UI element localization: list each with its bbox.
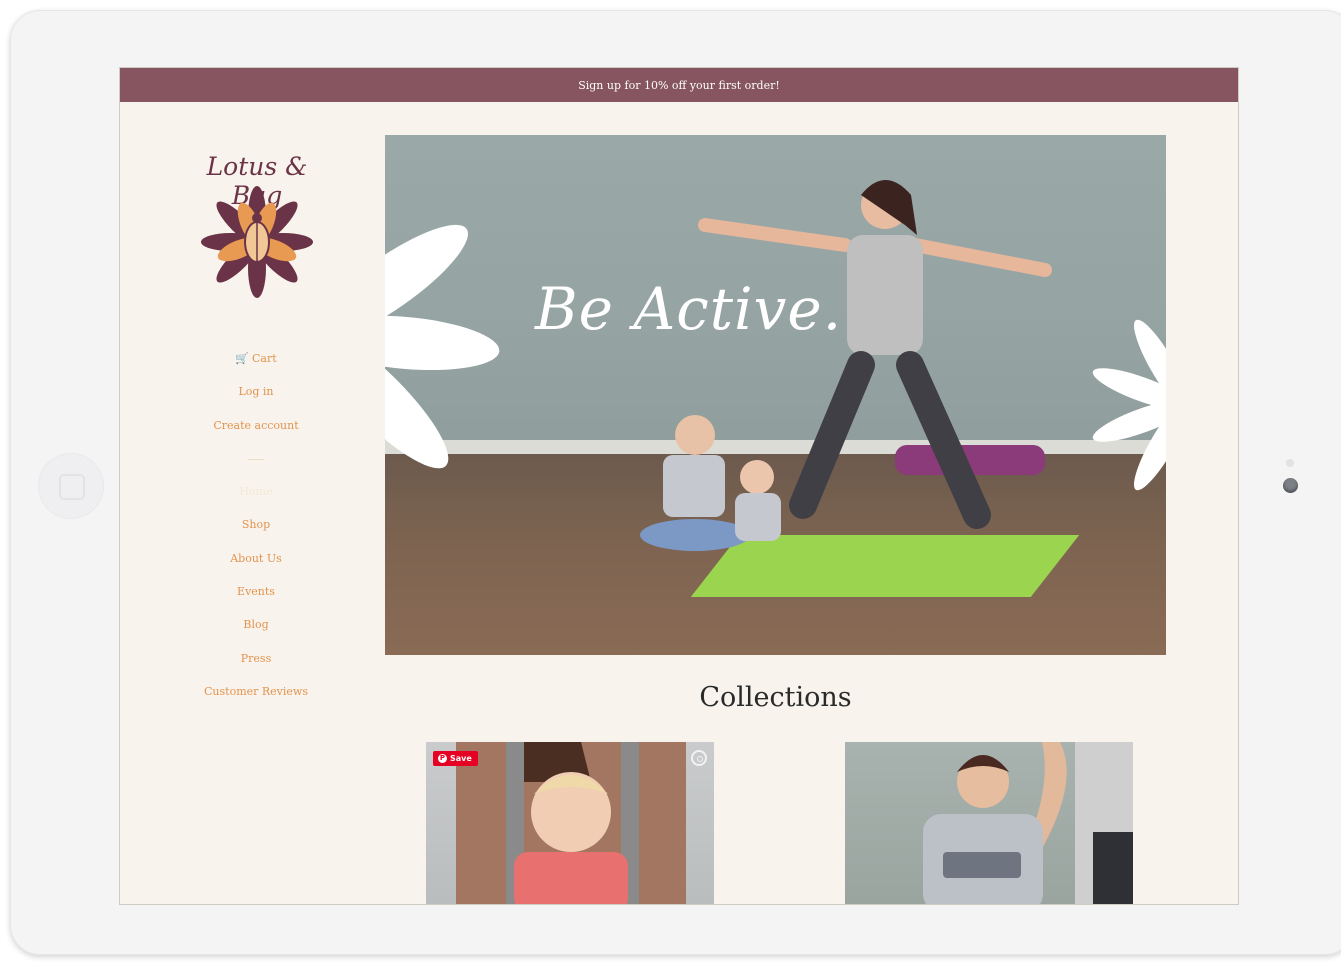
brand-logo[interactable]: Lotus & Bug xyxy=(182,146,332,298)
hero-people-illustration xyxy=(640,180,1052,551)
cart-icon: 🛒 xyxy=(235,352,250,365)
hero-tagline: Be Active. xyxy=(535,275,843,343)
nav-item-press[interactable]: Press xyxy=(156,649,356,682)
nav-item-home[interactable]: Home xyxy=(156,482,356,515)
hero-banner[interactable]: Be Active. xyxy=(385,135,1166,655)
lotus-bug-icon xyxy=(201,186,313,298)
collection-image-1 xyxy=(456,742,686,904)
nav-item-customer-reviews[interactable]: Customer Reviews xyxy=(156,682,356,715)
home-square-icon xyxy=(59,474,85,500)
lotus-left-icon xyxy=(385,224,500,469)
camera-icon xyxy=(1283,478,1298,493)
login-link[interactable]: Log in xyxy=(156,382,356,415)
collection-card-2[interactable] xyxy=(845,742,1133,904)
nav-item-shop[interactable]: Shop xyxy=(156,515,356,548)
cart-label: Cart xyxy=(252,352,277,365)
lotus-right-icon xyxy=(1092,319,1166,491)
collections-heading: Collections xyxy=(699,682,852,713)
nav-divider xyxy=(156,449,356,482)
zoom-icon[interactable] xyxy=(691,750,707,766)
collection-card-1[interactable]: P Save xyxy=(426,742,714,904)
pinterest-save-label: Save xyxy=(450,754,472,763)
nav-item-events[interactable]: Events xyxy=(156,582,356,615)
promo-banner[interactable]: Sign up for 10% off your first order! xyxy=(120,68,1238,102)
pinterest-icon: P xyxy=(438,754,447,763)
sidebar-nav: 🛒 Cart Log in Create account Home Shop Ab… xyxy=(156,349,356,715)
sensor-dot xyxy=(1286,459,1294,467)
screen: Sign up for 10% off your first order! Lo… xyxy=(120,68,1238,904)
collection-image-2 xyxy=(923,742,1133,904)
nav-item-about-us[interactable]: About Us xyxy=(156,549,356,582)
cart-link[interactable]: 🛒 Cart xyxy=(156,349,356,382)
home-button[interactable] xyxy=(38,453,104,519)
promo-text: Sign up for 10% off your first order! xyxy=(578,78,780,92)
pinterest-save-button[interactable]: P Save xyxy=(433,751,478,766)
create-account-link[interactable]: Create account xyxy=(156,416,356,449)
nav-item-blog[interactable]: Blog xyxy=(156,615,356,648)
